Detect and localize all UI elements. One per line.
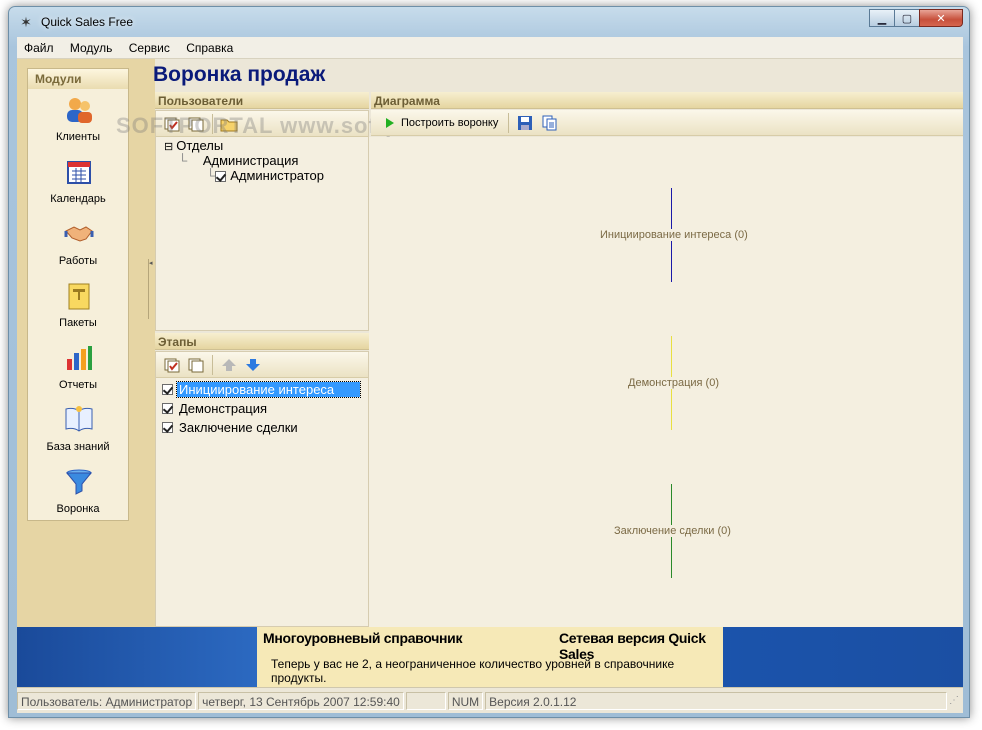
module-packages[interactable]: Пакеты	[28, 275, 128, 337]
handshake-icon	[64, 226, 94, 242]
chart-icon	[67, 346, 92, 370]
tree-node-administrator[interactable]: └ Администратор	[164, 168, 324, 183]
stages-panel-header: Этапы	[155, 333, 369, 350]
client-area: Файл Модуль Сервис Справка Модули Клиент…	[17, 37, 963, 713]
tree-node-departments[interactable]: ⊟ Отделы	[164, 138, 324, 153]
banner-text: Теперь у вас не 2, а неограниченное коли…	[271, 657, 675, 685]
funnel-stage-label: Инициирование интереса (0)	[599, 229, 749, 241]
stage-checkbox[interactable]	[162, 422, 173, 433]
module-knowledge-base[interactable]: База знаний	[28, 399, 128, 461]
status-version: Версия 2.0.1.12	[485, 691, 947, 710]
resize-grip-icon[interactable]: ⋰	[949, 695, 963, 706]
sidebar-splitter[interactable]: ◂	[147, 59, 155, 627]
funnel-diagram: Инициирование интереса (0) Демонстрация …	[369, 137, 963, 627]
module-reports[interactable]: Отчеты	[28, 337, 128, 399]
administrator-checkbox[interactable]	[215, 171, 227, 183]
banner-title-left: Многоуровневый справочник	[263, 630, 463, 646]
play-icon	[386, 117, 394, 128]
check-all-stages-icon[interactable]	[163, 357, 181, 373]
move-down-icon[interactable]	[244, 357, 262, 373]
folder-icon[interactable]	[220, 116, 238, 132]
module-clients[interactable]: Клиенты	[28, 89, 128, 151]
page-title: Воронка продаж	[153, 63, 326, 86]
users-tree: ⊟ Отделы └ Администрация └ Администратор	[164, 138, 324, 183]
minimize-button[interactable]: ▁	[869, 9, 895, 27]
move-up-icon[interactable]	[220, 357, 238, 373]
funnel-stage-label: Демонстрация (0)	[627, 377, 720, 389]
funnel-icon	[65, 469, 93, 495]
menu-bar: Файл Модуль Сервис Справка	[17, 37, 963, 59]
book-icon	[65, 406, 93, 432]
module-knowledge-base-label: База знаний	[46, 441, 110, 453]
diagram-toolbar: Построить воронку	[371, 110, 963, 136]
status-bar: Пользователь: Администратор четверг, 13 …	[17, 687, 963, 713]
check-all-icon[interactable]	[163, 116, 181, 132]
uncheck-all-icon[interactable]	[187, 116, 205, 132]
modules-panel: Модули Клиенты Календарь Работы Пакеты О…	[27, 68, 129, 521]
stages-toolbar	[156, 352, 368, 378]
menu-service[interactable]: Сервис	[122, 37, 176, 55]
modules-sidebar: Модули Клиенты Календарь Работы Пакеты О…	[17, 59, 147, 627]
menu-module[interactable]: Модуль	[63, 37, 119, 55]
save-icon[interactable]	[516, 115, 534, 131]
window-title: Quick Sales Free	[41, 15, 134, 29]
menu-help[interactable]: Справка	[179, 37, 239, 55]
stage-checkbox[interactable]	[162, 403, 173, 414]
package-icon	[68, 283, 90, 310]
title-bar[interactable]: ✶ Quick Sales Free ▁ ▢ ✕	[9, 7, 969, 37]
users-toolbar	[156, 111, 368, 137]
clients-icon	[67, 98, 92, 123]
stage-checkbox[interactable]	[162, 384, 173, 395]
users-panel-header: Пользователи	[155, 92, 369, 109]
module-works[interactable]: Работы	[28, 213, 128, 275]
module-calendar-label: Календарь	[50, 193, 106, 205]
menu-file[interactable]: Файл	[17, 37, 60, 55]
status-user: Пользователь: Администратор	[17, 691, 197, 710]
tree-node-administration[interactable]: └ Администрация	[164, 153, 324, 168]
ad-banner-content: Многоуровневый справочник Сетевая версия…	[257, 627, 723, 687]
module-works-label: Работы	[58, 255, 98, 267]
status-datetime: четверг, 13 Сентябрь 2007 12:59:40	[198, 691, 404, 710]
modules-header: Модули	[28, 69, 128, 89]
ad-banner[interactable]: Многоуровневый справочник Сетевая версия…	[17, 627, 963, 687]
module-funnel[interactable]: Воронка	[28, 461, 128, 523]
uncheck-all-stages-icon[interactable]	[187, 357, 205, 373]
app-logo-icon: ✶	[20, 14, 32, 30]
funnel-stage-label: Заключение сделки (0)	[613, 525, 732, 537]
maximize-button[interactable]: ▢	[894, 9, 920, 27]
stage-item[interactable]: Инициирование интереса	[162, 380, 367, 399]
module-reports-label: Отчеты	[58, 379, 98, 391]
copy-icon[interactable]	[540, 115, 558, 131]
close-button[interactable]: ✕	[919, 9, 963, 27]
status-num: NUM	[447, 691, 484, 710]
stage-item[interactable]: Заключение сделки	[162, 418, 367, 437]
stage-item[interactable]: Демонстрация	[162, 399, 367, 418]
module-funnel-label: Воронка	[56, 503, 100, 515]
diagram-panel-header: Диаграмма	[371, 92, 963, 109]
module-packages-label: Пакеты	[59, 317, 97, 329]
status-empty	[405, 691, 446, 710]
module-calendar[interactable]: Календарь	[28, 151, 128, 213]
build-funnel-button[interactable]: Построить воронку	[375, 112, 504, 134]
calendar-icon	[67, 161, 91, 184]
main-window: ✶ Quick Sales Free ▁ ▢ ✕ Файл Модуль Сер…	[8, 6, 970, 718]
module-clients-label: Клиенты	[55, 131, 101, 143]
users-panel: ⊟ Отделы └ Администрация └ Администратор …	[116, 110, 507, 331]
stages-panel: Инициирование интереса Демонстрация Закл…	[155, 351, 369, 627]
